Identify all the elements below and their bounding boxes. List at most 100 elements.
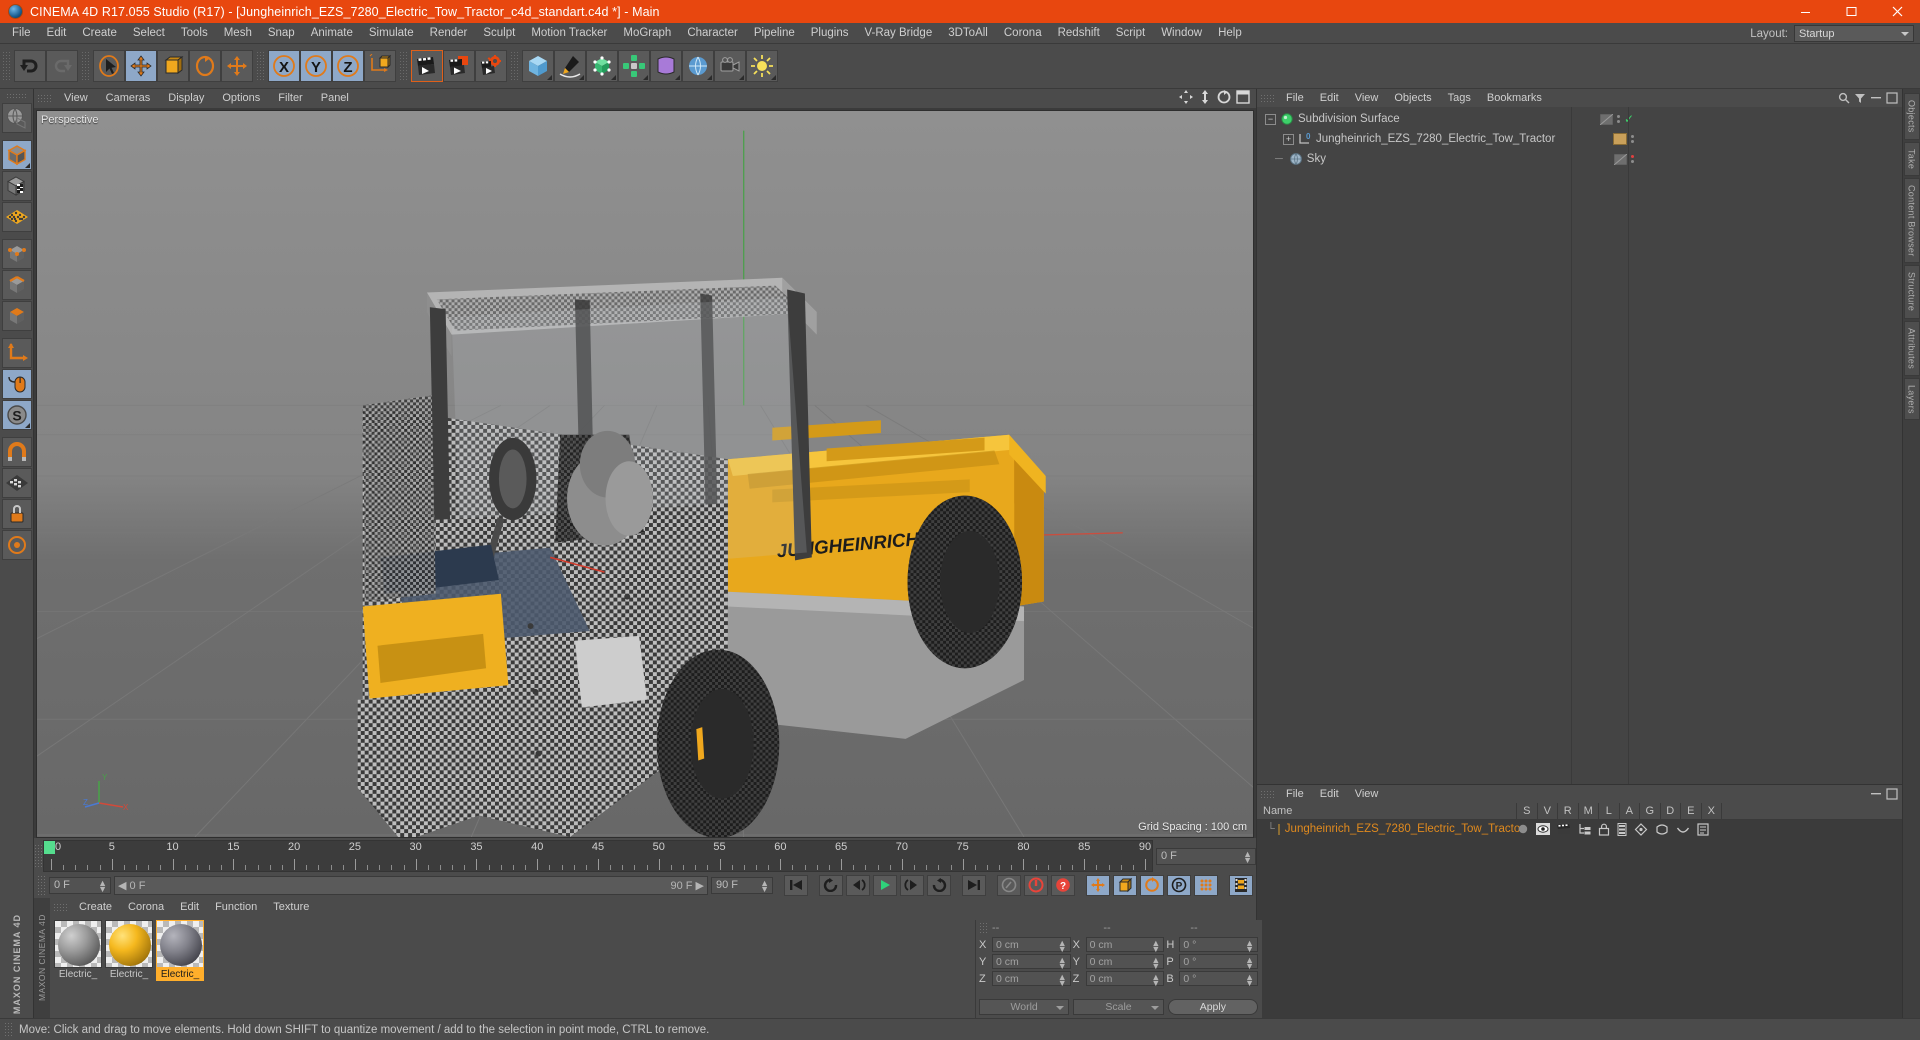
undo-button[interactable] bbox=[14, 50, 46, 82]
material-thumbnail[interactable] bbox=[156, 920, 204, 968]
coordinate-manager-grip[interactable] bbox=[979, 922, 988, 934]
parameter-key-button[interactable]: P bbox=[1167, 874, 1191, 896]
search-icon[interactable] bbox=[1838, 92, 1850, 104]
menu-select[interactable]: Select bbox=[125, 24, 173, 43]
global-move-tool[interactable] bbox=[221, 50, 253, 82]
viewport-menu-options[interactable]: Options bbox=[213, 90, 269, 107]
scale-key-button[interactable] bbox=[1113, 874, 1137, 896]
layer-col-m[interactable]: M bbox=[1579, 802, 1599, 820]
filter-icon[interactable] bbox=[1854, 92, 1866, 104]
layer-col-r[interactable]: R bbox=[1558, 802, 1579, 820]
next-frame-button[interactable] bbox=[900, 874, 924, 896]
layout-dropdown[interactable]: Startup bbox=[1794, 25, 1914, 42]
object-row-subdivision-surface[interactable]: − Subdivision Surface ✓ bbox=[1257, 109, 1902, 129]
spinner-icon[interactable]: ▲ ▼ bbox=[1245, 939, 1254, 954]
perspective-viewport[interactable]: JUNGHEINRICH 7280 bbox=[36, 110, 1254, 838]
viewport-menu-cameras[interactable]: Cameras bbox=[97, 90, 160, 107]
model-mode-button[interactable] bbox=[1, 140, 32, 170]
dock-tab-take[interactable]: Take bbox=[1903, 141, 1920, 176]
om-menu-bookmarks[interactable]: Bookmarks bbox=[1479, 90, 1550, 107]
menu-mesh[interactable]: Mesh bbox=[216, 24, 260, 43]
am-menu-file[interactable]: File bbox=[1278, 786, 1312, 803]
material-menu-create[interactable]: Create bbox=[71, 899, 120, 916]
manager-tree-icon[interactable] bbox=[1578, 823, 1591, 835]
keyframe-selection-button[interactable]: ? bbox=[1051, 874, 1075, 896]
edges-mode-button[interactable] bbox=[1, 270, 32, 300]
pos-y-field[interactable]: 0 cm ▲ ▼ bbox=[992, 954, 1071, 971]
autokeying-button[interactable] bbox=[1024, 874, 1048, 896]
coord-system-dropdown[interactable]: World bbox=[979, 999, 1070, 1015]
timeline-toggle-button[interactable] bbox=[1229, 874, 1253, 896]
timeline-grip[interactable] bbox=[34, 844, 43, 868]
minimize-panel-icon[interactable] bbox=[1870, 788, 1882, 800]
axis-mode-button[interactable] bbox=[1, 338, 32, 368]
material-menu-corona[interactable]: Corona bbox=[120, 899, 172, 916]
size-x-field[interactable]: 0 cm ▲ ▼ bbox=[1085, 937, 1165, 954]
menu-window[interactable]: Window bbox=[1153, 24, 1210, 43]
powerslider-max-field[interactable]: 90 F ▲ ▼ bbox=[711, 876, 773, 894]
maximize-panel-icon[interactable] bbox=[1886, 788, 1898, 800]
play-forwards-loop-button[interactable] bbox=[927, 874, 951, 896]
toolbar-grip-5[interactable] bbox=[510, 51, 519, 81]
visibility-dots-icon[interactable] bbox=[1614, 153, 1627, 165]
material-thumbnail[interactable] bbox=[54, 920, 102, 968]
render-clapper-icon[interactable] bbox=[1557, 823, 1571, 835]
menu-animate[interactable]: Animate bbox=[303, 24, 361, 43]
layer-col-s[interactable]: S bbox=[1517, 802, 1538, 820]
layer-col-d[interactable]: D bbox=[1661, 802, 1681, 820]
toolbar-grip-3[interactable] bbox=[256, 51, 265, 81]
menu-redshift[interactable]: Redshift bbox=[1050, 24, 1108, 43]
spinner-icon[interactable]: ▲ ▼ bbox=[1245, 973, 1254, 988]
rotate-view-icon[interactable] bbox=[1217, 90, 1231, 104]
add-camera-button[interactable] bbox=[714, 50, 746, 82]
position-key-button[interactable] bbox=[1086, 874, 1110, 896]
material-item-selected[interactable]: Electric_ bbox=[156, 920, 204, 981]
snap-button[interactable]: S bbox=[1, 400, 32, 430]
maximize-panel-icon[interactable] bbox=[1886, 92, 1898, 104]
layer-col-v[interactable]: V bbox=[1538, 802, 1558, 820]
status-bar-grip[interactable] bbox=[4, 1021, 13, 1038]
lock-icon[interactable] bbox=[1598, 823, 1610, 836]
menu-pipeline[interactable]: Pipeline bbox=[746, 24, 803, 43]
viewport-menu-grip[interactable] bbox=[37, 94, 51, 103]
material-tag-icon[interactable] bbox=[1613, 133, 1627, 145]
dock-tab-objects[interactable]: Objects bbox=[1903, 93, 1920, 140]
generator-icon[interactable] bbox=[1634, 822, 1648, 836]
rot-b-field[interactable]: 0 ° ▲ ▼ bbox=[1179, 971, 1259, 988]
object-row-tow-tractor[interactable]: + 0 Jungheinrich_EZS_7280_Electric_Tow_T… bbox=[1257, 129, 1902, 149]
rotation-key-button[interactable] bbox=[1140, 874, 1164, 896]
add-deformer-button[interactable] bbox=[650, 50, 682, 82]
deformer-icon[interactable] bbox=[1655, 823, 1669, 836]
transform-mode-dropdown[interactable]: Scale bbox=[1073, 999, 1164, 1015]
viewport-menu-display[interactable]: Display bbox=[159, 90, 213, 107]
visibility-dots-icon[interactable] bbox=[1599, 113, 1613, 125]
pan-icon[interactable] bbox=[1179, 90, 1193, 104]
points-mode-button[interactable] bbox=[1, 239, 32, 269]
xref-icon[interactable] bbox=[1697, 822, 1709, 836]
render-view-button[interactable] bbox=[411, 50, 443, 82]
layer-row[interactable]: └ Jungheinrich_EZS_7280_Electric_Tow_Tra… bbox=[1257, 820, 1902, 838]
current-frame-field[interactable]: 0 F ▲ ▼ bbox=[1156, 847, 1256, 865]
rot-h-field[interactable]: 0 ° ▲ ▼ bbox=[1179, 937, 1259, 954]
spinner-icon[interactable]: ▲ ▼ bbox=[1151, 939, 1160, 954]
expander-toggle[interactable]: + bbox=[1283, 133, 1294, 145]
object-row-sky[interactable]: ─ Sky bbox=[1257, 149, 1902, 169]
menu-script[interactable]: Script bbox=[1108, 24, 1153, 43]
layer-col-x[interactable]: X bbox=[1702, 802, 1722, 820]
go-to-end-button[interactable] bbox=[962, 874, 986, 896]
visibility-toggle-dots[interactable] bbox=[1631, 155, 1634, 163]
viewport-menu-panel[interactable]: Panel bbox=[312, 90, 358, 107]
om-menu-view[interactable]: View bbox=[1347, 90, 1387, 107]
add-light-button[interactable] bbox=[746, 50, 778, 82]
menu-vray-bridge[interactable]: V-Ray Bridge bbox=[856, 24, 940, 43]
dock-tab-content-browser[interactable]: Content Browser bbox=[1903, 177, 1920, 264]
timeline-playhead[interactable] bbox=[44, 841, 55, 854]
menu-snap[interactable]: Snap bbox=[260, 24, 303, 43]
material-menu-edit[interactable]: Edit bbox=[172, 899, 207, 916]
toolbar-grip[interactable] bbox=[2, 51, 11, 81]
visibility-toggle-dots[interactable] bbox=[1631, 135, 1634, 143]
live-selection-tool[interactable] bbox=[93, 50, 125, 82]
om-menu-objects[interactable]: Objects bbox=[1386, 90, 1439, 107]
redo-button[interactable] bbox=[46, 50, 78, 82]
menu-corona[interactable]: Corona bbox=[996, 24, 1050, 43]
